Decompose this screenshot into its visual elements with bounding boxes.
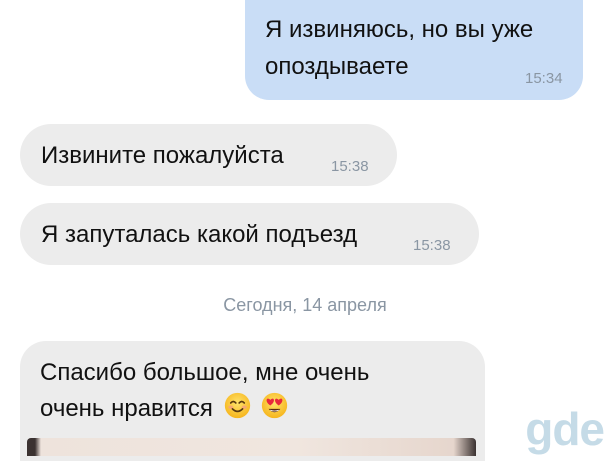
- photo-attachment[interactable]: [27, 438, 476, 456]
- message-timestamp: 15:38: [413, 237, 451, 254]
- incoming-message-bubble[interactable]: Я запуталась какой подъезд 15:38: [20, 203, 479, 265]
- message-text-line: опоздываете: [265, 53, 409, 80]
- message-text-line: очень нравится: [40, 391, 288, 427]
- message-timestamp: 15:38: [331, 158, 369, 175]
- smiling-face-with-heart-eyes-icon: [262, 392, 288, 419]
- message-text-line: Извините пожалуйста: [41, 142, 284, 169]
- message-text-line: Спасибо большое, мне очень: [40, 359, 370, 386]
- message-text: очень нравится: [40, 395, 213, 422]
- message-text-line: Я извиняюсь, но вы уже: [265, 16, 534, 43]
- outgoing-message-bubble[interactable]: Я извиняюсь, но вы уже опоздываете 15:34: [245, 0, 583, 100]
- message-timestamp: 15:34: [525, 70, 563, 87]
- smiling-face-with-smiling-eyes-icon: [224, 392, 250, 419]
- date-separator: Сегодня, 14 апреля: [223, 295, 387, 315]
- watermark-logo: gde: [525, 403, 605, 455]
- message-text-line: Я запуталась какой подъезд: [41, 221, 358, 248]
- incoming-message-bubble[interactable]: Извините пожалуйста 15:38: [20, 124, 397, 186]
